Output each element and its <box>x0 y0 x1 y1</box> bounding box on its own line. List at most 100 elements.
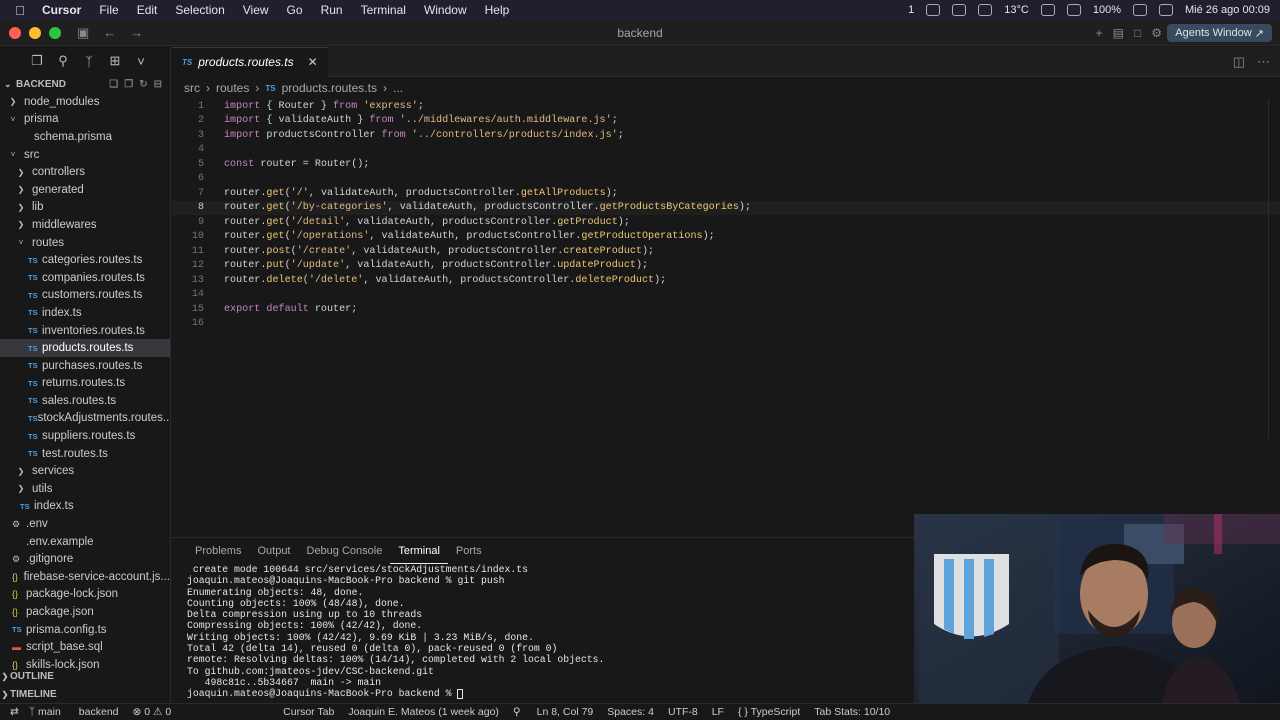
editor-scrollbar[interactable] <box>1268 99 1280 439</box>
tree-file[interactable]: TS prisma.config.ts <box>0 621 170 639</box>
tree-file[interactable]: ⚙ .env <box>0 515 170 533</box>
breadcrumb-src[interactable]: src <box>184 81 200 95</box>
agents-window-button[interactable]: Agents Window ↗ <box>1167 24 1272 42</box>
sound-icon[interactable] <box>1066 4 1081 16</box>
code-line[interactable]: 5 const router = Router(); <box>172 157 1280 172</box>
code-line[interactable]: 13 router.delete('/delete', validateAuth,… <box>172 273 1280 288</box>
tree-file[interactable]: TS purchases.routes.ts <box>0 357 170 375</box>
tree-folder[interactable]: ❯ node_modules <box>0 93 170 111</box>
code-line[interactable]: 7 router.get('/', validateAuth, productsC… <box>172 186 1280 201</box>
tree-file[interactable]: TS customers.routes.ts <box>0 287 170 305</box>
menu-go[interactable]: Go <box>287 3 303 17</box>
layout-icon[interactable]: ▤ <box>1113 26 1124 40</box>
remote-icon[interactable]: ⇄ <box>10 706 19 718</box>
tree-folder[interactable]: ❯ generated <box>0 181 170 199</box>
battery-icon[interactable] <box>1132 4 1147 16</box>
breadcrumb-routes[interactable]: routes <box>216 81 249 95</box>
zoom-window-button[interactable] <box>49 26 61 39</box>
notification-count[interactable]: 1 <box>908 4 914 16</box>
new-folder-icon[interactable]: ❒ <box>124 79 133 90</box>
tree-folder[interactable]: ❯ controllers <box>0 163 170 181</box>
menu-help[interactable]: Help <box>485 3 510 17</box>
split-editor-icon[interactable]: ◫ <box>1233 54 1245 70</box>
battery-level[interactable]: 100% <box>1093 4 1121 16</box>
outline-header[interactable]: ❯ OUTLINE <box>0 668 170 686</box>
menu-selection[interactable]: Selection <box>175 3 224 17</box>
tree-folder[interactable]: ❯ services <box>0 462 170 480</box>
menu-file[interactable]: File <box>99 3 118 17</box>
cursor-position[interactable]: Ln 8, Col 79 <box>537 706 594 718</box>
code-line[interactable]: 10 router.get('/operations', validateAuth… <box>172 230 1280 245</box>
menu-run[interactable]: Run <box>321 3 343 17</box>
explorer-files-icon[interactable]: ❐ <box>24 53 50 69</box>
minimize-window-button[interactable] <box>29 26 41 39</box>
git-blame-status[interactable]: Joaquin E. Mateos (1 week ago) <box>348 706 499 718</box>
chat-icon[interactable]: □ <box>1134 26 1141 40</box>
toggle-sidebar-icon[interactable]: ▣ <box>77 25 89 41</box>
plus-icon[interactable]: + <box>1096 26 1103 40</box>
tree-file[interactable]: TS suppliers.routes.ts <box>0 427 170 445</box>
search-icon[interactable]: ⚲ <box>50 53 76 69</box>
code-line[interactable]: 3 import productsController from '../cont… <box>172 128 1280 143</box>
tab-products-routes[interactable]: TS products.routes.ts ✕ <box>172 46 328 77</box>
forward-arrow-icon[interactable]: → <box>130 25 143 41</box>
tree-file[interactable]: TS inventories.routes.ts <box>0 322 170 340</box>
tree-file[interactable]: TS index.ts <box>0 304 170 322</box>
apple-menu-icon[interactable]:  <box>12 3 28 18</box>
tab-output[interactable]: Output <box>249 538 298 564</box>
tree-folder[interactable]: ˅ src <box>0 146 170 164</box>
tree-file[interactable]: {} firebase-service-account.js... <box>0 568 170 586</box>
tree-file[interactable]: TS categories.routes.ts <box>0 251 170 269</box>
code-line[interactable]: 12 router.put('/update', validateAuth, pr… <box>172 259 1280 274</box>
close-tab-icon[interactable]: ✕ <box>308 55 318 69</box>
zoom-icon[interactable]: ⚲ <box>513 706 521 718</box>
indentation-status[interactable]: Spaces: 4 <box>607 706 654 718</box>
menu-edit[interactable]: Edit <box>137 3 158 17</box>
more-actions-icon[interactable]: ⋯ <box>1257 54 1270 70</box>
code-line[interactable]: 4 <box>172 143 1280 158</box>
code-line[interactable]: 15 export default router; <box>172 302 1280 317</box>
language-status[interactable]: { } TypeScript <box>738 706 800 718</box>
chevron-down-icon[interactable]: ˅ <box>128 54 154 69</box>
code-line[interactable]: 11 router.post('/create', validateAuth, p… <box>172 244 1280 259</box>
breadcrumb-file[interactable]: products.routes.ts <box>282 81 377 95</box>
tree-folder[interactable]: ❯ middlewares <box>0 216 170 234</box>
tab-debug-console[interactable]: Debug Console <box>299 538 391 564</box>
collapse-all-icon[interactable]: ⊟ <box>154 79 162 90</box>
new-file-icon[interactable]: ❏ <box>109 79 118 90</box>
tree-folder[interactable]: ˅ routes <box>0 234 170 252</box>
tree-folder[interactable]: ❯ utils <box>0 480 170 498</box>
cursor-tab-status[interactable]: Cursor Tab <box>283 706 334 718</box>
code-editor[interactable]: 1 import { Router } from 'express'; 2 impor… <box>172 99 1280 331</box>
code-line[interactable]: 8 router.get('/by-categories', validateAu… <box>172 200 1280 215</box>
tree-file[interactable]: {} package.json <box>0 603 170 621</box>
breadcrumb-symbols[interactable]: ... <box>393 81 403 95</box>
tree-folder[interactable]: ˅ prisma <box>0 111 170 129</box>
tree-file[interactable]: TS returns.routes.ts <box>0 375 170 393</box>
tab-terminal[interactable]: Terminal <box>390 538 448 564</box>
tab-ports[interactable]: Ports <box>448 538 490 564</box>
code-line[interactable]: 14 <box>172 288 1280 303</box>
problems-status[interactable]: ⊗ 0 ⚠ 0 <box>133 706 172 718</box>
control-center-icon[interactable] <box>952 4 967 16</box>
tree-file[interactable]: ▬ script_base.sql <box>0 638 170 656</box>
tab-problems[interactable]: Problems <box>187 538 249 564</box>
timeline-header[interactable]: ❯ TIMELINE <box>0 686 170 703</box>
code-line[interactable]: 16 <box>172 317 1280 332</box>
extensions-icon[interactable]: ⊞ <box>102 53 128 69</box>
tree-file[interactable]: TS stockAdjustments.routes... <box>0 410 170 428</box>
explorer-header[interactable]: ⌄ BACKEND ❏ ❒ ↻ ⊟ <box>0 75 170 93</box>
record-icon[interactable] <box>1040 4 1055 16</box>
clock[interactable]: Mié 26 ago 00:09 <box>1185 4 1270 16</box>
tree-file[interactable]: TS sales.routes.ts <box>0 392 170 410</box>
tree-file[interactable]: TS test.routes.ts <box>0 445 170 463</box>
source-control-icon[interactable]: ᛉ <box>76 54 102 69</box>
code-line[interactable]: 6 <box>172 172 1280 187</box>
close-window-button[interactable] <box>9 26 21 39</box>
code-line[interactable]: 2 import { validateAuth } from '../middle… <box>172 114 1280 129</box>
weather-temperature[interactable]: 13°C <box>1004 4 1029 16</box>
tree-file[interactable]: ⚙ .gitignore <box>0 550 170 568</box>
menu-app-name[interactable]: Cursor <box>42 3 81 17</box>
refresh-icon[interactable]: ↻ <box>139 79 147 90</box>
settings-gear-icon[interactable]: ⚙ <box>1151 26 1162 40</box>
